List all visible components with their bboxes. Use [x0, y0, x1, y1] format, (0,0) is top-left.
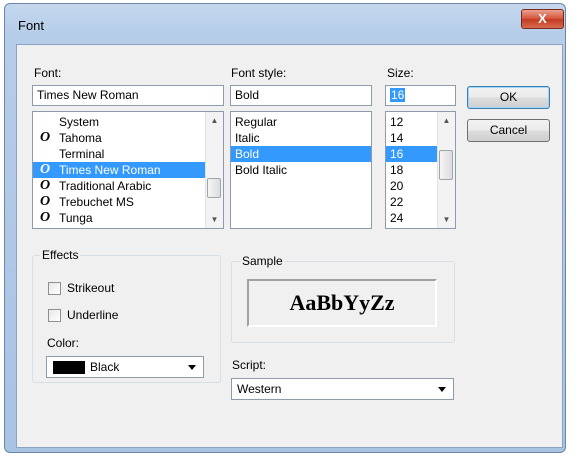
- list-item[interactable]: System: [33, 114, 206, 130]
- size-input[interactable]: 16: [385, 85, 456, 106]
- list-item-label: System: [59, 115, 100, 129]
- chevron-down-icon: [438, 387, 446, 392]
- list-item-label: Bold Italic: [235, 163, 288, 177]
- list-item[interactable]: 14: [386, 130, 438, 146]
- sample-preview: AaBbYyZz: [247, 279, 437, 327]
- font-style-list[interactable]: Regular Italic Bold Bold Italic: [230, 111, 372, 229]
- list-item-label: Tahoma: [59, 131, 102, 145]
- cancel-button[interactable]: Cancel: [467, 119, 550, 142]
- list-item-label: Times New Roman: [59, 163, 161, 177]
- close-button[interactable]: X: [521, 9, 564, 29]
- list-item[interactable]: 12: [386, 114, 438, 130]
- strikeout-checkbox[interactable]: [48, 282, 61, 295]
- color-label: Color:: [47, 336, 80, 350]
- list-item[interactable]: Italic: [231, 130, 371, 146]
- list-item[interactable]: O Traditional Arabic: [33, 178, 206, 194]
- list-item-label: 12: [390, 115, 404, 129]
- strikeout-label[interactable]: Strikeout: [67, 281, 114, 295]
- size-label: Size:: [387, 66, 414, 80]
- underline-label[interactable]: Underline: [67, 308, 118, 322]
- list-item-label: 18: [390, 163, 404, 177]
- truetype-icon: O: [40, 194, 51, 209]
- list-item-label: Regular: [235, 115, 278, 129]
- list-item-label: Traditional Arabic: [59, 179, 152, 193]
- list-item[interactable]: 20: [386, 178, 438, 194]
- list-item[interactable]: Bold Italic: [231, 162, 371, 178]
- list-item[interactable]: O Tunga: [33, 210, 206, 226]
- underline-checkbox[interactable]: [48, 309, 61, 322]
- font-dialog-window: Font X Font: Times New Roman System O Taho…: [4, 3, 566, 453]
- color-dropdown[interactable]: Black: [46, 356, 204, 378]
- truetype-icon: O: [40, 130, 51, 145]
- list-item-label: Bold: [235, 147, 260, 161]
- list-item[interactable]: O Trebuchet MS: [33, 194, 206, 210]
- list-item[interactable]: Regular: [231, 114, 371, 130]
- font-style-input[interactable]: Bold: [230, 85, 372, 106]
- font-label: Font:: [34, 66, 62, 80]
- scroll-thumb[interactable]: [439, 150, 453, 180]
- color-value: Black: [90, 360, 120, 374]
- scroll-down-icon[interactable]: ▼: [438, 211, 455, 228]
- scroll-up-icon[interactable]: ▲: [206, 112, 223, 129]
- scroll-up-icon[interactable]: ▲: [438, 112, 455, 129]
- truetype-icon: O: [40, 162, 51, 177]
- script-label: Script:: [232, 358, 267, 372]
- font-name-input[interactable]: Times New Roman: [32, 85, 224, 106]
- list-item-label: 14: [390, 131, 404, 145]
- ok-button[interactable]: OK: [467, 86, 550, 109]
- list-item-label: 22: [390, 195, 404, 209]
- list-item[interactable]: 24: [386, 210, 438, 226]
- list-item[interactable]: 16: [386, 146, 438, 162]
- color-swatch: [53, 361, 85, 374]
- scroll-thumb[interactable]: [207, 178, 221, 198]
- list-item-label: 16: [390, 147, 404, 161]
- list-item-label: 20: [390, 179, 404, 193]
- list-item[interactable]: Bold: [231, 146, 371, 162]
- size-input-selected-text: 16: [390, 88, 406, 102]
- script-value: Western: [237, 382, 282, 396]
- truetype-icon: O: [40, 210, 51, 225]
- list-item-label: Italic: [235, 131, 260, 145]
- list-item-label: 24: [390, 211, 404, 225]
- size-list-scrollbar[interactable]: ▲ ▼: [437, 112, 455, 228]
- sample-legend: Sample: [240, 254, 285, 268]
- close-icon: X: [538, 11, 547, 26]
- list-item-label: Terminal: [59, 147, 105, 161]
- dialog-client-area: Font: Times New Roman System O Tahoma Termi…: [16, 44, 563, 448]
- script-dropdown[interactable]: Western: [231, 378, 454, 400]
- window-title: Font: [18, 18, 45, 33]
- effects-legend: Effects: [40, 248, 81, 262]
- list-item-label: Trebuchet MS: [59, 195, 134, 209]
- chevron-down-icon: [188, 365, 196, 370]
- scroll-down-icon[interactable]: ▼: [206, 211, 223, 228]
- list-item[interactable]: 22: [386, 194, 438, 210]
- font-list-scrollbar[interactable]: ▲ ▼: [205, 112, 223, 228]
- list-item[interactable]: O Tahoma: [33, 130, 206, 146]
- list-item[interactable]: O Times New Roman: [33, 162, 206, 178]
- list-item[interactable]: Terminal: [33, 146, 206, 162]
- font-style-label: Font style:: [231, 66, 287, 80]
- size-list[interactable]: 12 14 16 18 20 22 24 ▲ ▼: [385, 111, 456, 229]
- font-list[interactable]: System O Tahoma Terminal O Times New Roman O Tr…: [32, 111, 224, 229]
- list-item[interactable]: 18: [386, 162, 438, 178]
- list-item-label: Tunga: [59, 211, 93, 225]
- truetype-icon: O: [40, 178, 51, 193]
